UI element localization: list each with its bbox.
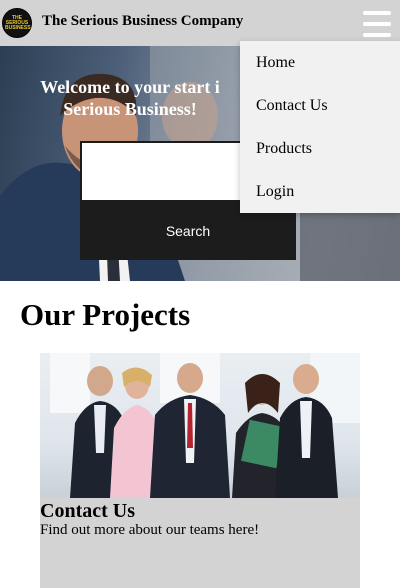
project-card[interactable]: Contact Us Find out more about our teams… — [40, 353, 360, 588]
logo-text: THE SERIOUS BUSINESS — [5, 14, 31, 31]
company-logo[interactable]: THE SERIOUS BUSINESS — [2, 8, 32, 38]
project-card-description: Find out more about our teams here! — [40, 522, 260, 538]
hamburger-menu-icon[interactable] — [363, 11, 391, 37]
menu-item-contact-us[interactable]: Contact Us — [240, 84, 400, 127]
menu-item-home[interactable]: Home — [240, 41, 400, 84]
menu-item-login[interactable]: Login — [240, 170, 400, 213]
menu-item-products[interactable]: Products — [240, 127, 400, 170]
site-header: THE SERIOUS BUSINESS The Serious Busines… — [0, 0, 400, 46]
brand-name[interactable]: The Serious Business Company — [42, 13, 243, 30]
projects-heading: Our Projects — [20, 297, 191, 332]
project-card-title: Contact Us — [40, 500, 135, 522]
team-photo-illustration — [50, 353, 360, 498]
team-photo — [40, 353, 360, 498]
hero-welcome-title: Welcome to your start i Serious Business… — [40, 77, 220, 119]
nav-dropdown-menu: Home Contact Us Products Login — [240, 41, 400, 213]
